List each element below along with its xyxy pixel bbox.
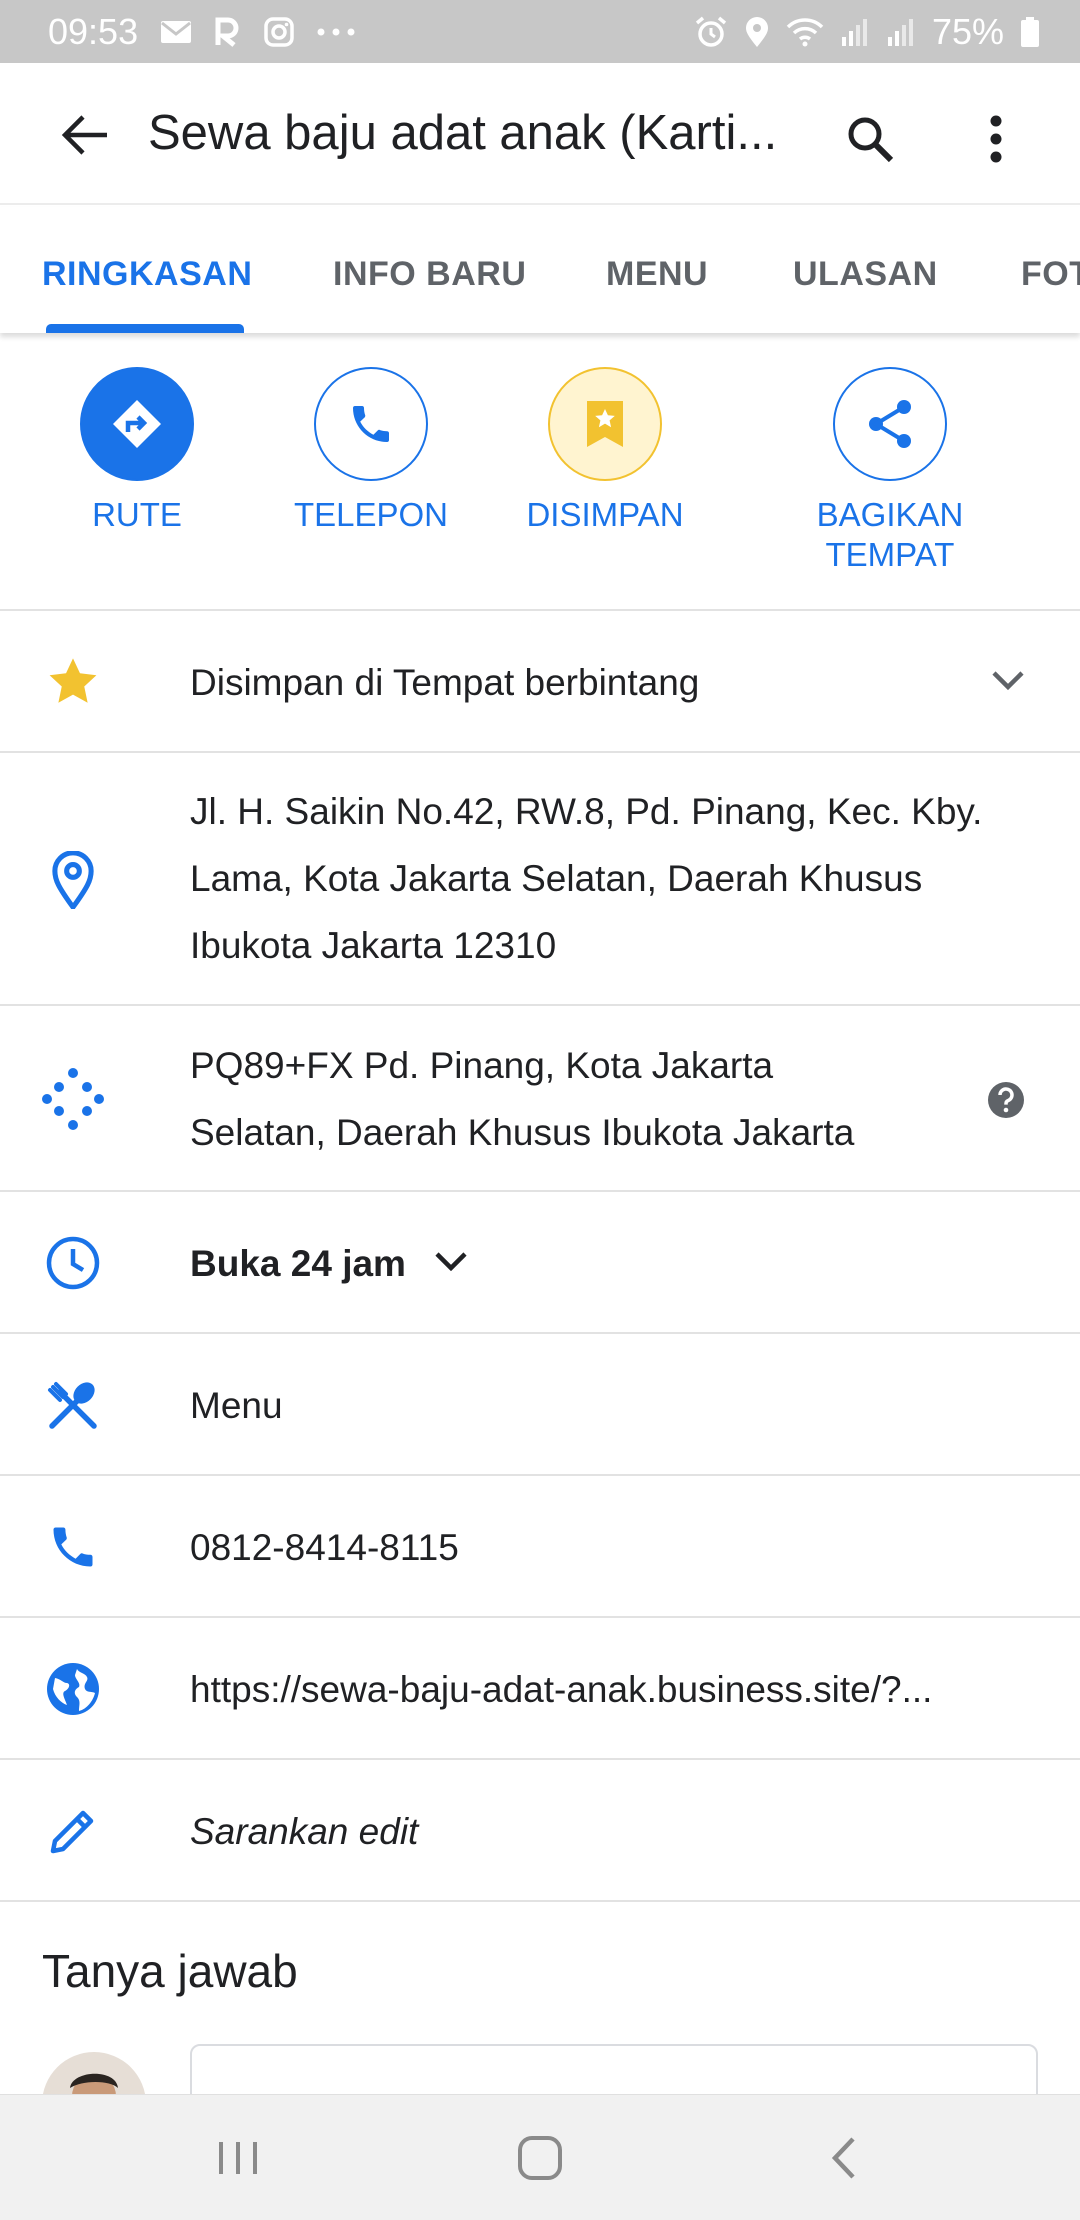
address-line-1: Jl. H. Saikin No.42, RW.8, Pd. Pinang, K…: [190, 791, 983, 832]
share-circle: [833, 367, 947, 481]
status-bar: 09:53 75%: [0, 0, 1080, 63]
app-bar: Sewa baju adat anak (Karti...: [0, 63, 1080, 205]
tab-info-baru[interactable]: INFO BARU: [333, 255, 526, 294]
website-text: https://sewa-baju-adat-anak.business.sit…: [190, 1669, 933, 1710]
home-button[interactable]: [470, 2095, 610, 2220]
signal-icon-2: [886, 17, 916, 47]
globe-icon: [40, 1660, 106, 1718]
saved-list-row[interactable]: Disimpan di Tempat berbintang: [0, 611, 1080, 753]
tab-menu[interactable]: MENU: [606, 255, 708, 294]
arrow-back-icon: [61, 115, 107, 155]
hours-row[interactable]: Buka 24 jam: [0, 1192, 1080, 1334]
qa-section-title: Tanya jawab: [42, 1945, 298, 1997]
directions-button[interactable]: RUTE: [17, 367, 257, 535]
search-button[interactable]: [838, 107, 902, 171]
phone-icon: [353, 406, 389, 442]
menu-row[interactable]: Menu: [0, 1334, 1080, 1476]
tab-bar: RINGKASAN INFO BARU MENU ULASAN FOT: [0, 207, 1080, 333]
clock-icon: [40, 1234, 106, 1292]
active-tab-indicator: [46, 324, 244, 333]
recent-apps-icon: [219, 2142, 257, 2174]
expand-more-icon[interactable]: [986, 659, 1030, 703]
phone-text: 0812-8414-8115: [190, 1527, 459, 1568]
call-circle: [314, 367, 428, 481]
call-button[interactable]: TELEPON: [251, 367, 491, 535]
search-icon: [848, 117, 894, 163]
system-nav-bar: [0, 2094, 1080, 2220]
tab-ulasan[interactable]: ULASAN: [793, 255, 938, 294]
more-options-button[interactable]: [966, 107, 1026, 171]
saved-circle: [548, 367, 662, 481]
app-r-icon: [214, 17, 242, 47]
address-line-3: Ibukota Jakarta 12310: [190, 925, 557, 966]
instagram-icon: [264, 16, 294, 47]
battery-icon: [1020, 16, 1040, 48]
website-row[interactable]: https://sewa-baju-adat-anak.business.sit…: [0, 1618, 1080, 1760]
screen: 09:53 75% Sewa baju adat anak (Karti... …: [0, 0, 1080, 2220]
address-row[interactable]: Jl. H. Saikin No.42, RW.8, Pd. Pinang, K…: [0, 753, 1080, 1006]
hours-text: Buka 24 jam: [190, 1243, 406, 1284]
status-time: 09:53: [48, 10, 139, 52]
saved-label: DISIMPAN: [526, 496, 684, 533]
directions-label: RUTE: [92, 496, 182, 533]
restaurant-icon: [40, 1376, 106, 1434]
back-nav-icon: [831, 2137, 855, 2179]
hours-expand-icon[interactable]: [430, 1244, 472, 1280]
plus-code-line-2: Selatan, Daerah Khusus Ibukota Jakarta: [190, 1112, 855, 1153]
saved-button[interactable]: DISIMPAN: [485, 367, 725, 535]
back-nav-button[interactable]: [774, 2095, 914, 2220]
signal-icon: [840, 17, 870, 47]
suggest-edit-row[interactable]: Sarankan edit: [0, 1760, 1080, 1902]
share-label: BAGIKAN TEMPAT: [816, 496, 964, 573]
plus-code-icon: [40, 1068, 106, 1130]
more-notifications-icon: [316, 27, 356, 37]
plus-code-row[interactable]: PQ89+FX Pd. Pinang, Kota Jakarta Selatan…: [0, 1006, 1080, 1192]
phone-row[interactable]: 0812-8414-8115: [0, 1476, 1080, 1618]
star-icon: [40, 654, 106, 710]
page-title: Sewa baju adat anak (Karti...: [148, 106, 778, 160]
location-pin-icon: [40, 850, 106, 910]
plus-code-line-1: PQ89+FX Pd. Pinang, Kota Jakarta: [190, 1045, 774, 1086]
tab-foto[interactable]: FOT: [1021, 255, 1080, 294]
address-text: Jl. H. Saikin No.42, RW.8, Pd. Pinang, K…: [190, 778, 982, 979]
alarm-icon: [694, 16, 728, 48]
wifi-icon: [786, 17, 824, 47]
edit-pencil-icon: [40, 1802, 106, 1860]
mail-icon: [160, 19, 192, 45]
directions-circle: [80, 367, 194, 481]
call-label: TELEPON: [293, 496, 449, 533]
address-line-2: Lama, Kota Jakarta Selatan, Daerah Khusu…: [190, 858, 923, 899]
phone-row-icon: [40, 1518, 106, 1576]
more-vert-icon: [990, 115, 1002, 163]
share-icon: [869, 400, 911, 448]
suggest-edit-text: Sarankan edit: [190, 1811, 419, 1852]
share-button[interactable]: BAGIKAN TEMPAT: [770, 367, 1010, 575]
back-button[interactable]: [50, 105, 120, 165]
recent-apps-button[interactable]: [168, 2095, 308, 2220]
help-icon[interactable]: [986, 1080, 1026, 1120]
menu-text: Menu: [190, 1385, 283, 1426]
home-icon: [518, 2136, 562, 2180]
tab-ringkasan[interactable]: RINGKASAN: [42, 255, 252, 294]
battery-percent: 75%: [931, 10, 1004, 52]
location-icon: [744, 16, 770, 48]
plus-code-text: PQ89+FX Pd. Pinang, Kota Jakarta Selatan…: [190, 1032, 854, 1166]
action-buttons: RUTE TELEPON DISIMPAN BAGIKAN TEMPAT: [0, 333, 1080, 611]
directions-icon: [113, 400, 161, 448]
saved-list-text: Disimpan di Tempat berbintang: [190, 662, 700, 703]
bookmark-star-icon: [587, 401, 623, 447]
